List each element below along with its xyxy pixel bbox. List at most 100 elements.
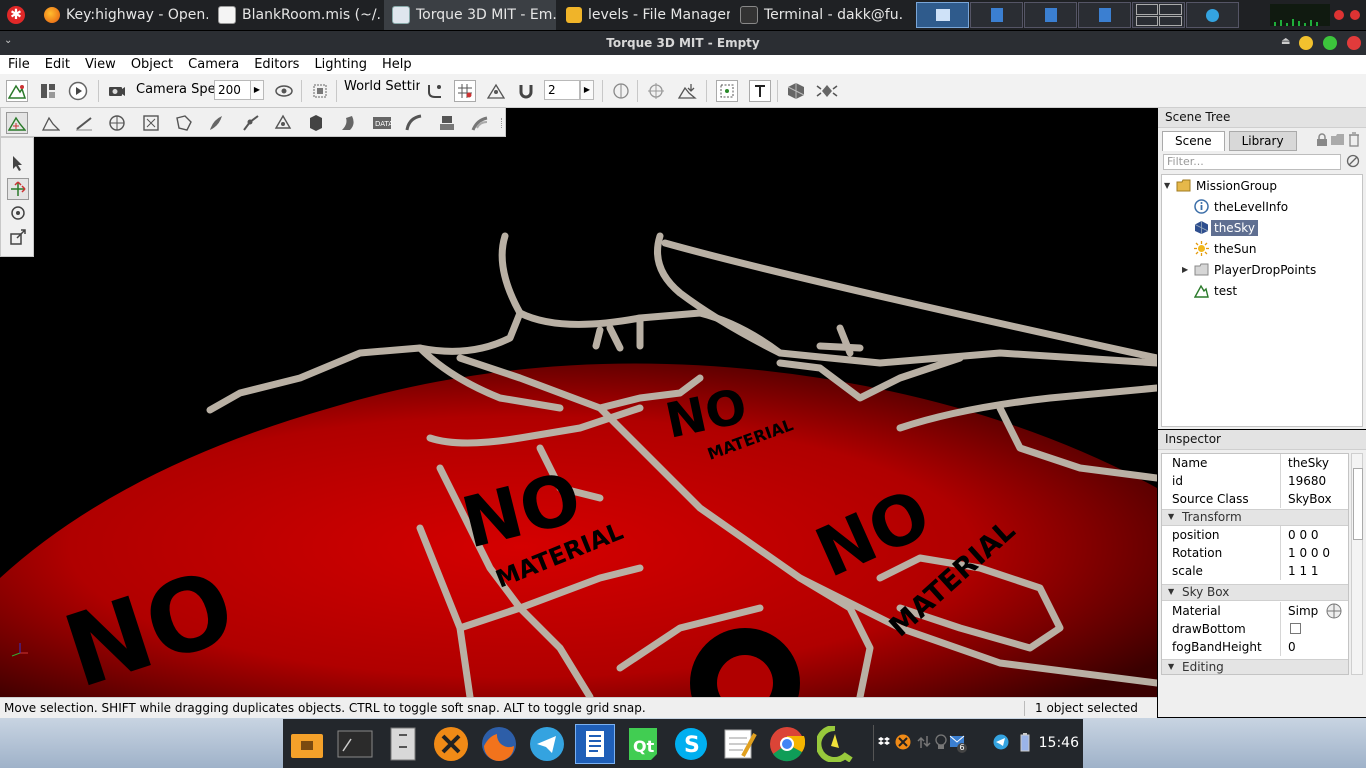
material-editor-icon[interactable] (106, 112, 128, 134)
window-titlebar[interactable]: Torque 3D MIT - Empty ⌄ ⏏ (0, 31, 1366, 55)
menu-object[interactable]: Object (123, 55, 180, 74)
play-game-icon[interactable] (67, 80, 89, 102)
road-editor-icon[interactable] (403, 112, 425, 134)
snap-settings-icon[interactable] (424, 80, 446, 102)
task-button-text-editor[interactable]: BlankRoom.mis (~/... (210, 0, 382, 30)
menu-view[interactable]: View (77, 55, 123, 74)
field-value[interactable]: 1 0 0 0 (1288, 544, 1330, 562)
explode-prefab-icon[interactable] (816, 80, 838, 102)
select-box-icon[interactable] (716, 80, 738, 102)
lock-icon[interactable] (1316, 133, 1328, 149)
rotate-tool-icon[interactable] (7, 202, 29, 224)
task-button-firefox[interactable]: Key:highway - Open... (36, 0, 208, 30)
inspector-row-id[interactable]: id 19680 (1162, 472, 1348, 490)
inspector-row-position[interactable]: position 0 0 0 (1162, 526, 1348, 544)
menu-lighting[interactable]: Lighting (306, 55, 374, 74)
field-value[interactable]: 0 0 0 (1288, 526, 1319, 544)
group-transform-header[interactable]: ▼ Transform (1162, 509, 1348, 526)
workspace-5[interactable] (1132, 2, 1185, 28)
group-editing-header[interactable]: ▼ Editing (1162, 659, 1348, 674)
field-value[interactable]: 1 1 1 (1288, 562, 1319, 580)
dock-skype-app[interactable]: S (671, 724, 711, 764)
grid-size-field[interactable]: 2 (544, 80, 580, 100)
sketch-tool-icon[interactable] (140, 112, 162, 134)
task-button-file-manager[interactable]: levels - File Manager (558, 0, 730, 30)
inspector-scrollbar[interactable] (1351, 453, 1363, 675)
window-menu-icon[interactable]: ⌄ (4, 35, 12, 46)
close-button[interactable] (1347, 36, 1361, 50)
clock[interactable]: 15:46 (1039, 719, 1079, 768)
strip-grip[interactable] (501, 118, 506, 128)
workspace-6[interactable] (1186, 2, 1239, 28)
menu-help[interactable]: Help (374, 55, 419, 74)
gui-editor-icon[interactable] (37, 80, 59, 102)
inspector-row-rotation[interactable]: Rotation 1 0 0 0 (1162, 544, 1348, 562)
shape-editor-icon[interactable] (436, 112, 458, 134)
dock-file-cabinet-app[interactable] (383, 724, 423, 764)
dock-firefox-app[interactable] (479, 724, 519, 764)
dock-xmind-app[interactable] (431, 724, 471, 764)
inspector-row-fogbandheight[interactable]: fogBandHeight 0 (1162, 638, 1348, 656)
move-tool-icon[interactable] (7, 178, 29, 200)
task-button-terminal[interactable]: Terminal - dakk@fu... (732, 0, 904, 30)
menu-editors[interactable]: Editors (246, 55, 306, 74)
world-editor-icon[interactable] (6, 80, 28, 102)
lightbulb-icon[interactable] (935, 734, 947, 753)
expand-arrow-icon[interactable]: ▼ (1164, 181, 1176, 190)
dock-qt-creator-app[interactable]: Qt (623, 724, 663, 764)
workspace-1[interactable] (916, 2, 969, 28)
workspace-3[interactable] (1024, 2, 1077, 28)
dropbox-icon[interactable] (877, 735, 891, 752)
dock-terminal-app[interactable] (335, 724, 375, 764)
object-snap-icon[interactable] (485, 80, 507, 102)
object-editor-tool-icon[interactable] (6, 112, 28, 134)
workspace-2[interactable] (970, 2, 1023, 28)
camera-icon[interactable] (106, 80, 128, 102)
tab-library[interactable]: Library (1228, 131, 1297, 151)
maximize-button[interactable] (1323, 36, 1337, 50)
xmind-tray-icon[interactable] (895, 734, 911, 753)
tree-item-missiongroup[interactable]: ▼ MissionGroup (1164, 175, 1277, 196)
text-label-icon[interactable] (749, 80, 771, 102)
inspector-row-material[interactable]: Material Simpl (1162, 602, 1348, 620)
battery-icon[interactable] (1020, 732, 1030, 755)
minimize-button[interactable] (1299, 36, 1313, 50)
inspector-row-drawbottom[interactable]: drawBottom (1162, 620, 1348, 638)
particle-editor-icon[interactable] (272, 112, 294, 134)
telegram-tray-icon[interactable] (993, 734, 1009, 753)
tree-item-playerdroppoints[interactable]: ▶ PlayerDropPoints (1182, 259, 1316, 280)
scene-filter-input[interactable]: Filter... (1163, 154, 1341, 170)
menu-edit[interactable]: Edit (37, 55, 77, 74)
notification-icon[interactable] (1334, 10, 1344, 20)
terrain-editor-icon[interactable] (40, 112, 62, 134)
dock-telegram-app[interactable] (527, 724, 567, 764)
inspector-row-scale[interactable]: scale 1 1 1 (1162, 562, 1348, 580)
drawbottom-checkbox[interactable] (1290, 623, 1301, 634)
expand-arrow-icon[interactable]: ▶ (1182, 265, 1194, 274)
bounds-icon[interactable] (610, 80, 632, 102)
clear-filter-icon[interactable] (1346, 154, 1360, 171)
grid-snap-icon[interactable] (454, 80, 476, 102)
group-skybox-header[interactable]: ▼ Sky Box (1162, 584, 1348, 601)
delete-icon[interactable] (1348, 132, 1360, 150)
tree-item-test[interactable]: test (1194, 280, 1237, 301)
dock-files-app[interactable] (287, 724, 327, 764)
new-folder-icon[interactable] (1330, 133, 1345, 149)
tab-scene[interactable]: Scene (1162, 131, 1225, 151)
scrollbar-thumb[interactable] (1353, 468, 1363, 540)
forest-editor-icon[interactable] (205, 112, 227, 134)
magnet-icon[interactable] (515, 80, 537, 102)
field-value[interactable]: theSky (1288, 454, 1329, 472)
shade-icon[interactable]: ⏏ (1281, 36, 1290, 47)
inspector-row-name[interactable]: Name theSky (1162, 454, 1348, 472)
inspector-row-source-class[interactable]: Source Class SkyBox (1162, 490, 1348, 508)
tree-item-thesun[interactable]: theSun (1194, 238, 1257, 259)
camera-speed-field[interactable]: 200 (214, 80, 252, 100)
camera-speed-arrow[interactable]: ▶ (250, 80, 264, 100)
visibility-eye-icon[interactable] (273, 80, 295, 102)
decal-editor-icon[interactable] (305, 112, 327, 134)
river-editor-icon[interactable] (338, 112, 360, 134)
whisker-menu-button[interactable]: ✱ (2, 2, 30, 28)
field-value[interactable]: Simpl (1288, 602, 1318, 620)
drop-to-terrain-icon[interactable] (676, 80, 698, 102)
